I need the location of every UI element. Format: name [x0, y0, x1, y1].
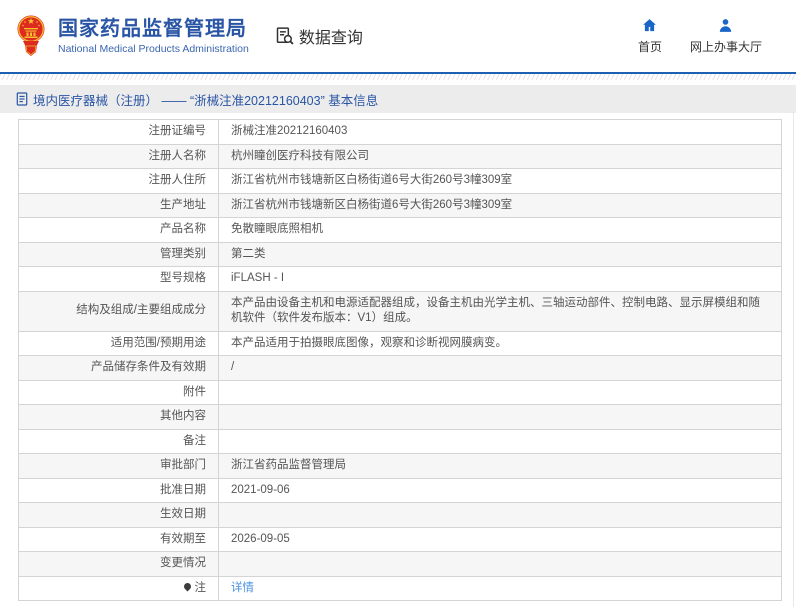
row-label: 注册人住所: [18, 168, 219, 194]
nav-home[interactable]: 首页: [638, 17, 662, 55]
home-icon: [643, 19, 657, 32]
data-query-nav[interactable]: 数据查询: [275, 24, 363, 48]
row-value: 详情: [218, 575, 782, 602]
org-title-block: 国家药品监督管理局 National Medical Products Admi…: [58, 18, 249, 55]
table-row: 产品名称 免散瞳眼底照相机: [18, 217, 782, 243]
table-row: 适用范围/预期用途 本产品适用于拍摄眼底图像，观察和诊断视网膜病变。: [18, 330, 782, 357]
row-label: 型号规格: [18, 266, 219, 292]
row-label: 产品储存条件及有效期: [18, 355, 219, 381]
row-value: 第二类: [218, 241, 782, 268]
row-label: 注册证编号: [18, 119, 219, 145]
row-label: 附件: [18, 379, 219, 406]
info-table-body: 注册证编号 浙械注准20212160403 注册人名称 杭州瞳创医疗科技有限公司 注册人…: [18, 119, 782, 602]
page-right-edge: [793, 112, 794, 607]
row-value: [218, 379, 782, 406]
breadcrumb-text: 境内医疗器械（注册） —— “浙械注准20212160403” 基本信息: [33, 93, 379, 108]
table-row: 批准日期 2021-09-06: [18, 477, 782, 504]
row-value: 浙江省药品监督管理局: [218, 453, 782, 479]
row-label: 批准日期: [18, 477, 219, 504]
row-value: 本产品由设备主机和电源适配器组成，设备主机由光学主机、三轴运动部件、控制电路、显…: [218, 290, 782, 332]
row-label: 适用范围/预期用途: [18, 330, 219, 357]
nav-service-hall[interactable]: 网上办事大厅: [690, 17, 762, 55]
breadcrumb: 境内医疗器械（注册） —— “浙械注准20212160403” 基本信息: [0, 85, 796, 113]
row-value: 杭州瞳创医疗科技有限公司: [218, 143, 782, 170]
row-label: 有效期至: [18, 526, 219, 553]
table-row: 审批部门 浙江省药品监督管理局: [18, 453, 782, 479]
table-row: 有效期至 2026-09-05: [18, 526, 782, 553]
nav-home-label: 首页: [637, 40, 662, 54]
pin-icon: [182, 581, 192, 592]
table-row: 注册人住所 浙江省杭州市钱塘新区白杨街道6号大街260号3幢309室: [18, 168, 782, 194]
row-value: [218, 404, 782, 430]
row-label: 生产地址: [18, 192, 219, 219]
table-row: 管理类别 第二类: [18, 241, 782, 268]
document-icon: [16, 92, 28, 106]
top-nav: 首页 网上办事大厅: [638, 17, 762, 55]
table-row: 备注: [18, 428, 782, 455]
row-value: 2021-09-06: [218, 477, 782, 504]
person-icon: [720, 19, 732, 32]
hatched-band: [0, 74, 796, 81]
row-label: 注: [18, 575, 219, 602]
registration-info-table: 注册证编号 浙械注准20212160403 注册人名称 杭州瞳创医疗科技有限公司 注册人…: [18, 119, 782, 602]
row-value: iFLASH - I: [218, 266, 782, 292]
row-label: 变更情况: [18, 551, 219, 577]
table-row: 结构及组成/主要组成成分 本产品由设备主机和电源适配器组成，设备主机由光学主机、三…: [18, 290, 782, 332]
data-query-label: 数据查询: [298, 30, 363, 47]
table-row: 附件: [18, 379, 782, 406]
row-label: 其他内容: [18, 404, 219, 430]
row-label: 审批部门: [18, 453, 219, 479]
site-header: 国家药品监督管理局 National Medical Products Admi…: [0, 0, 796, 72]
document-search-icon: [276, 27, 294, 45]
row-value: 浙江省杭州市钱塘新区白杨街道6号大街260号3幢309室: [218, 168, 782, 194]
table-row: 其他内容: [18, 404, 782, 430]
national-emblem-icon: [17, 15, 45, 56]
row-value: 本产品适用于拍摄眼底图像，观察和诊断视网膜病变。: [218, 330, 782, 357]
row-value: [218, 551, 782, 577]
org-name-en: National Medical Products Administration: [58, 42, 249, 55]
table-row: 变更情况: [18, 551, 782, 577]
row-value: /: [218, 355, 782, 381]
row-label: 生效日期: [18, 502, 219, 528]
row-label: 产品名称: [18, 217, 219, 243]
row-label: 注册人名称: [18, 143, 219, 170]
table-row: 型号规格 iFLASH - I: [18, 266, 782, 292]
table-row: 生效日期: [18, 502, 782, 528]
table-row: 产品储存条件及有效期 /: [18, 355, 782, 381]
row-value: [218, 428, 782, 455]
org-name-cn: 国家药品监督管理局: [58, 17, 247, 40]
table-row: 注册人名称 杭州瞳创医疗科技有限公司: [18, 143, 782, 170]
row-value: 浙械注准20212160403: [218, 119, 782, 145]
table-row: 注详情: [18, 575, 782, 602]
row-value: 免散瞳眼底照相机: [218, 217, 782, 243]
row-value: 浙江省杭州市钱塘新区白杨街道6号大街260号3幢309室: [218, 192, 782, 219]
row-label: 管理类别: [18, 241, 219, 268]
table-row: 生产地址 浙江省杭州市钱塘新区白杨街道6号大街260号3幢309室: [18, 192, 782, 219]
table-row: 注册证编号 浙械注准20212160403: [18, 119, 782, 145]
nav-service-hall-label: 网上办事大厅: [689, 40, 762, 54]
info-table-wrap: 注册证编号 浙械注准20212160403 注册人名称 杭州瞳创医疗科技有限公司 注册人…: [0, 113, 796, 607]
row-value: [218, 502, 782, 528]
page: 国家药品监督管理局 National Medical Products Admi…: [0, 0, 796, 607]
row-value: 2026-09-05: [218, 526, 782, 553]
row-label: 备注: [18, 428, 219, 455]
row-label: 结构及组成/主要组成成分: [18, 290, 219, 332]
